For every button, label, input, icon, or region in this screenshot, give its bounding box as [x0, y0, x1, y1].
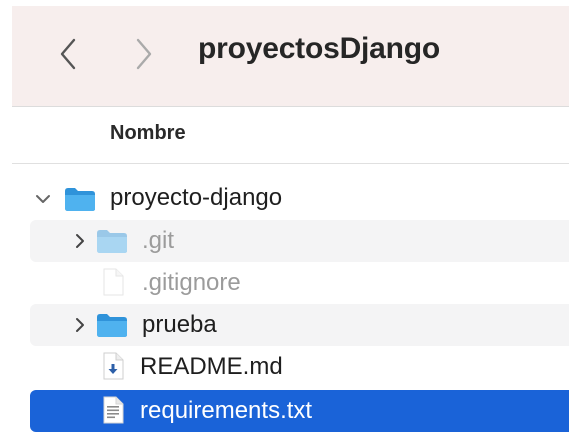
list-item-requirements[interactable]: requirements.txt: [30, 390, 569, 432]
back-button[interactable]: [48, 28, 88, 80]
list-item-label: proyecto-django: [110, 184, 283, 211]
list-item-label: requirements.txt: [140, 397, 313, 424]
folder-icon: [96, 312, 128, 338]
list-item-label: .gitignore: [142, 269, 241, 296]
list-item-gitignore[interactable]: .gitignore: [30, 262, 569, 304]
chevron-right-icon: [136, 38, 152, 70]
list-item-git[interactable]: .git: [30, 220, 569, 262]
disclosure-chevron-down-icon[interactable]: [33, 189, 53, 209]
list-item-label: prueba: [142, 311, 217, 338]
disclosure-chevron-right-icon[interactable]: [70, 315, 90, 335]
blank-document-icon: [102, 268, 124, 296]
list-item-proyecto-django[interactable]: proyecto-django: [30, 178, 569, 220]
list-item-label: .git: [142, 227, 175, 254]
folder-icon: [96, 228, 128, 254]
list-item-label: README.md: [140, 353, 283, 380]
toolbar-divider: [12, 106, 569, 107]
forward-button[interactable]: [124, 28, 164, 80]
chevron-left-icon: [60, 38, 76, 70]
folder-icon: [64, 186, 96, 212]
column-divider: [12, 163, 569, 164]
column-header-name[interactable]: Nombre: [110, 122, 186, 145]
list-item-readme[interactable]: README.md: [30, 346, 569, 388]
window-title: proyectosDjango: [198, 32, 441, 65]
text-document-icon: [102, 396, 124, 424]
disclosure-chevron-right-icon[interactable]: [70, 231, 90, 251]
markdown-document-icon: [102, 352, 124, 380]
list-item-prueba[interactable]: prueba: [30, 304, 569, 346]
finder-toolbar: proyectosDjango: [12, 6, 569, 106]
